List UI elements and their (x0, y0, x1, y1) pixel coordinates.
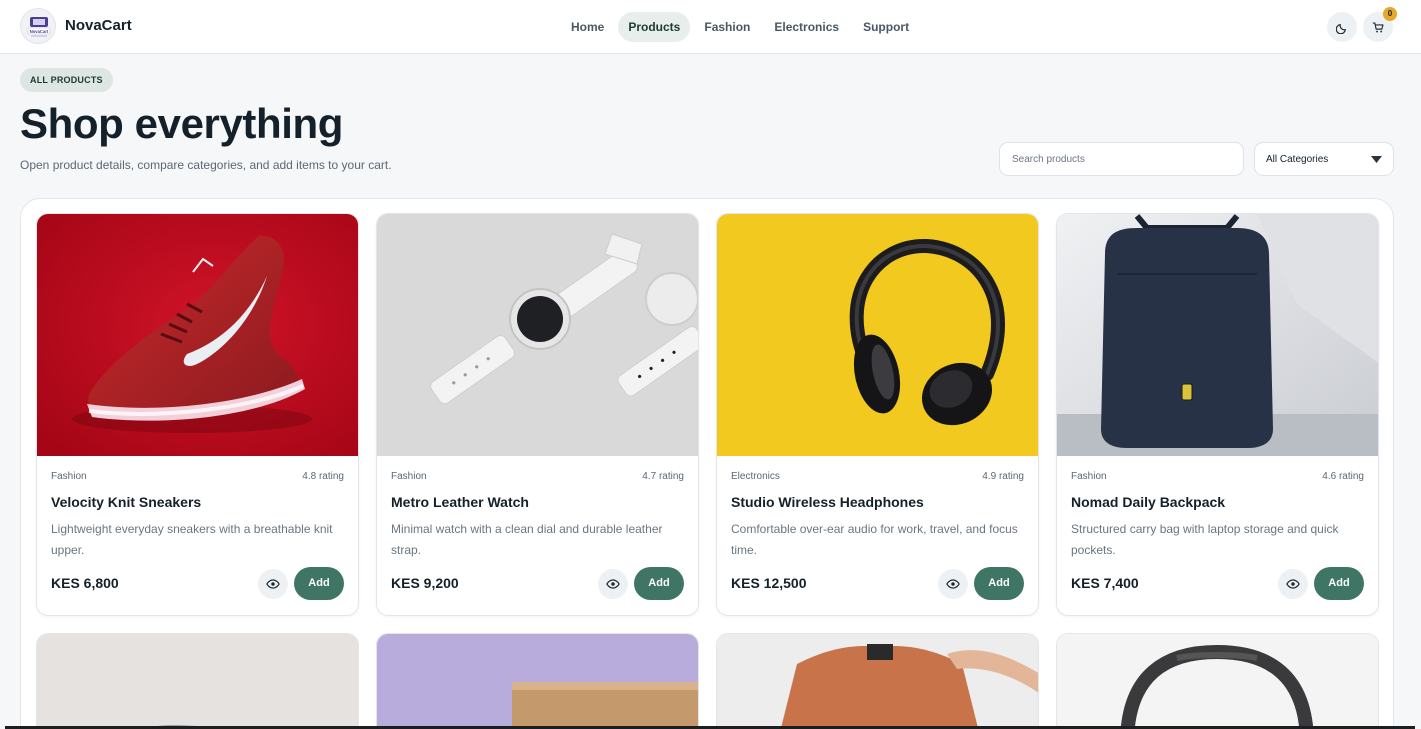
product-category: Electronics (731, 471, 780, 482)
product-image-watch[interactable] (377, 214, 698, 456)
product-image-partial[interactable] (377, 634, 699, 729)
moon-icon (1335, 23, 1346, 34)
add-to-cart-button[interactable]: Add (974, 567, 1024, 600)
product-card[interactable] (36, 633, 359, 729)
product-name[interactable]: Studio Wireless Headphones (731, 494, 924, 510)
product-image-backpack[interactable] (1057, 214, 1378, 456)
eye-icon (946, 579, 960, 589)
product-card[interactable]: Fashion 4.8 rating Velocity Knit Sneaker… (36, 213, 359, 616)
product-card[interactable] (376, 633, 699, 729)
product-rating: 4.9 rating (982, 471, 1024, 482)
logo-wordmark: NovaCart (30, 29, 49, 34)
product-image-partial[interactable] (37, 634, 359, 729)
product-rating: 4.6 rating (1322, 471, 1364, 482)
product-description: Structured carry bag with laptop storage… (1071, 522, 1339, 557)
product-image-sneakers[interactable] (37, 214, 358, 456)
product-price: KES 7,400 (1071, 575, 1139, 591)
eye-icon (1286, 579, 1300, 589)
section-chip: ALL PRODUCTS (20, 68, 113, 92)
product-meta: Fashion 4.8 rating (51, 471, 344, 482)
product-meta: Fashion 4.6 rating (1071, 471, 1364, 482)
page-subtitle: Open product details, compare categories… (20, 158, 392, 172)
product-category: Fashion (391, 471, 427, 482)
view-details-button[interactable] (938, 569, 968, 599)
product-description: Lightweight everyday sneakers with a bre… (51, 522, 333, 557)
view-details-button[interactable] (598, 569, 628, 599)
product-meta: Fashion 4.7 rating (391, 471, 684, 482)
search-input[interactable] (999, 142, 1244, 176)
product-rating: 4.8 rating (302, 471, 344, 482)
product-card[interactable] (716, 633, 1039, 729)
nav-electronics[interactable]: Electronics (764, 12, 849, 42)
product-rating: 4.7 rating (642, 471, 684, 482)
cart-icon (1372, 21, 1384, 32)
product-name[interactable]: Metro Leather Watch (391, 494, 529, 510)
cart-count-badge: 0 (1383, 7, 1397, 21)
product-image-partial[interactable] (1057, 634, 1379, 729)
product-category: Fashion (51, 471, 87, 482)
product-category: Fashion (1071, 471, 1107, 482)
brand-logo[interactable]: NovaCart (20, 8, 56, 44)
product-description: Comfortable over-ear audio for work, tra… (731, 522, 1018, 557)
add-to-cart-button[interactable]: Add (634, 567, 684, 600)
brand-name[interactable]: NovaCart (65, 17, 132, 34)
product-card[interactable]: Fashion 4.7 rating Metro Leather Watch M… (376, 213, 699, 616)
caret-down-icon (1371, 155, 1382, 163)
product-image-partial[interactable] (717, 634, 1039, 729)
add-to-cart-button[interactable]: Add (1314, 567, 1364, 600)
product-meta: Electronics 4.9 rating (731, 471, 1024, 482)
category-select-value: All Categories (1266, 153, 1329, 165)
product-description: Minimal watch with a clean dial and dura… (391, 522, 663, 557)
product-price: KES 9,200 (391, 575, 459, 591)
product-price: KES 12,500 (731, 575, 807, 591)
product-card[interactable]: Fashion 4.6 rating Nomad Daily Backpack … (1056, 213, 1379, 616)
nav-support[interactable]: Support (853, 12, 919, 42)
product-grid-panel: Fashion 4.8 rating Velocity Knit Sneaker… (20, 198, 1394, 729)
add-to-cart-button[interactable]: Add (294, 567, 344, 600)
nav-fashion[interactable]: Fashion (694, 12, 760, 42)
eye-icon (266, 579, 280, 589)
main-nav: Home Products Fashion Electronics Suppor… (561, 12, 919, 42)
page-title: Shop everything (20, 100, 344, 147)
product-price: KES 6,800 (51, 575, 119, 591)
nav-products[interactable]: Products (618, 12, 691, 42)
product-name[interactable]: Velocity Knit Sneakers (51, 494, 201, 510)
theme-toggle-button[interactable] (1327, 12, 1357, 42)
category-select[interactable]: All Categories (1254, 142, 1394, 176)
top-navigation-bar: NovaCart NovaCart Home Products Fashion … (0, 0, 1421, 54)
eye-icon (606, 579, 620, 589)
view-details-button[interactable] (1278, 569, 1308, 599)
nav-home[interactable]: Home (561, 12, 614, 42)
product-image-headphones[interactable] (717, 214, 1038, 456)
view-details-button[interactable] (258, 569, 288, 599)
product-card[interactable] (1056, 633, 1379, 729)
product-card[interactable]: Electronics 4.9 rating Studio Wireless H… (716, 213, 1039, 616)
product-name[interactable]: Nomad Daily Backpack (1071, 494, 1225, 510)
